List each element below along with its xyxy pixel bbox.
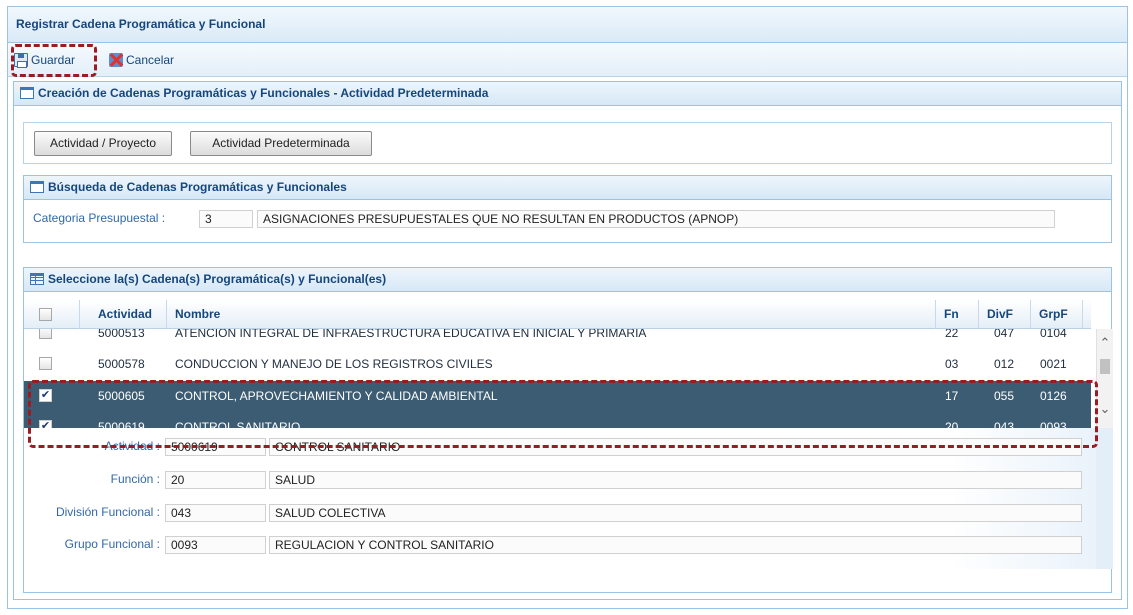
col-nombre[interactable]: Nombre (167, 300, 936, 329)
row-checkbox[interactable]: ✔ (39, 420, 52, 428)
selection-panel: Seleccione la(s) Cadena(s) Programática(… (23, 267, 1113, 593)
cell-divf: 055 (994, 389, 1015, 403)
detail-division-name[interactable]: SALUD COLECTIVA (269, 504, 1082, 522)
detail-scrollbar[interactable] (1096, 428, 1113, 569)
cell-divf: 043 (994, 420, 1015, 428)
toolbar: Guardar Cancelar (8, 43, 1127, 77)
detail-grupo-code[interactable]: 0093 (165, 536, 266, 554)
detail-division-code[interactable]: 043 (165, 504, 266, 522)
cell-grpf: 0126 (1040, 389, 1067, 403)
search-panel-title: Búsqueda de Cadenas Programáticas y Func… (48, 180, 347, 194)
grid-scrollbar[interactable]: ⌃ ⌄ (1096, 329, 1113, 428)
cell-nombre: CONDUCCION Y MANEJO DE LOS REGISTROS CIV… (175, 357, 493, 371)
cell-actividad: 5000513 (98, 329, 145, 340)
cancel-button[interactable]: Cancelar (109, 49, 174, 71)
cell-actividad: 5000619 (98, 420, 145, 428)
grid-icon (30, 273, 44, 285)
detail-funcion-name[interactable]: SALUD (269, 471, 1082, 489)
cell-fn: 03 (945, 357, 959, 371)
selection-panel-header: Seleccione la(s) Cadena(s) Programática(… (24, 268, 1111, 292)
cell-actividad: 5000578 (98, 357, 145, 371)
select-all-cell (24, 300, 80, 329)
panel-icon (20, 87, 34, 99)
creation-panel-header: Creación de Cadenas Programáticas y Func… (14, 82, 1121, 106)
col-divf[interactable]: DivF (979, 300, 1031, 329)
detail-grupo-name[interactable]: REGULACION Y CONTROL SANITARIO (269, 536, 1082, 554)
category-name-field[interactable]: ASIGNACIONES PRESUPUESTALES QUE NO RESUL… (257, 210, 1055, 228)
detail-actividad-label: Actividad : (104, 439, 160, 453)
select-all-checkbox[interactable] (39, 308, 52, 321)
save-button[interactable]: Guardar (14, 49, 75, 71)
row-checkbox[interactable]: ✔ (39, 389, 52, 402)
creation-panel: Creación de Cadenas Programáticas y Func… (13, 81, 1122, 600)
default-activity-button[interactable]: Actividad Predeterminada (190, 131, 372, 156)
activity-type-group: Actividad / Proyecto Actividad Predeterm… (23, 122, 1112, 164)
cell-divf: 012 (994, 357, 1015, 371)
category-label: Categoria Presupuestal : (33, 211, 166, 225)
register-window: Registrar Cadena Programática y Funciona… (7, 6, 1128, 609)
cell-nombre: CONTROL SANITARIO (175, 420, 301, 428)
col-fn[interactable]: Fn (936, 300, 979, 329)
grid-header: Actividad Nombre Fn DivF GrpF (24, 300, 1091, 329)
chevron-down-icon[interactable]: ⌄ (1097, 401, 1113, 417)
panel-icon (30, 181, 44, 193)
selection-panel-title: Seleccione la(s) Cadena(s) Programática(… (48, 272, 387, 286)
window-title: Registrar Cadena Programática y Funciona… (8, 7, 1127, 43)
detail-funcion-code[interactable]: 20 (165, 471, 266, 489)
cell-grpf: 0104 (1040, 329, 1067, 340)
creation-panel-title: Creación de Cadenas Programáticas y Func… (38, 86, 489, 100)
cell-actividad: 5000605 (98, 389, 145, 403)
cell-fn: 22 (945, 329, 959, 340)
cell-grpf: 0093 (1040, 420, 1067, 428)
table-row-selected[interactable]: ✔ 5000605 CONTROL, APROVECHAMIENTO Y CAL… (24, 381, 1091, 412)
cell-grpf: 0021 (1040, 357, 1067, 371)
category-code-field[interactable]: 3 (199, 210, 253, 228)
grid-body: 5000513 ATENCION INTEGRAL DE INFRAESTRUC… (24, 329, 1096, 428)
detail-actividad-code[interactable]: 5000619 (165, 438, 266, 456)
activity-project-button[interactable]: Actividad / Proyecto (34, 131, 172, 156)
detail-actividad-name[interactable]: CONTROL SANITARIO (269, 438, 1082, 456)
table-row-selected[interactable]: ✔ 5000619 CONTROL SANITARIO 20 043 0093 (24, 412, 1091, 428)
detail-funcion-label: Función : (110, 472, 160, 486)
col-actividad[interactable]: Actividad (80, 300, 167, 329)
cell-nombre: ATENCION INTEGRAL DE INFRAESTRUCTURA EDU… (175, 329, 647, 340)
table-row[interactable]: 5000513 ATENCION INTEGRAL DE INFRAESTRUC… (24, 329, 1091, 349)
cell-fn: 17 (945, 389, 959, 403)
search-panel-header: Búsqueda de Cadenas Programáticas y Func… (24, 176, 1111, 200)
cell-nombre: CONTROL, APROVECHAMIENTO Y CALIDAD AMBIE… (175, 389, 498, 403)
cell-divf: 047 (994, 329, 1015, 340)
table-row[interactable]: 5000578 CONDUCCION Y MANEJO DE LOS REGIS… (24, 349, 1091, 380)
cell-fn: 20 (945, 420, 959, 428)
save-icon (14, 53, 28, 68)
scroll-thumb[interactable] (1100, 359, 1110, 374)
cancel-icon (109, 53, 123, 67)
save-label: Guardar (31, 53, 76, 67)
cancel-label: Cancelar (126, 53, 175, 67)
row-checkbox[interactable] (39, 329, 52, 339)
grid-area: Actividad Nombre Fn DivF GrpF 5000513 AT… (24, 300, 1113, 570)
search-panel: Búsqueda de Cadenas Programáticas y Func… (23, 175, 1112, 243)
chevron-up-icon[interactable]: ⌃ (1097, 335, 1113, 351)
detail-section: Actividad : 5000619 CONTROL SANITARIO Fu… (24, 428, 1113, 569)
row-checkbox[interactable] (39, 357, 52, 370)
col-grpf[interactable]: GrpF (1031, 300, 1083, 329)
detail-grupo-label: Grupo Funcional : (64, 537, 160, 551)
detail-division-label: División Funcional : (55, 505, 160, 519)
